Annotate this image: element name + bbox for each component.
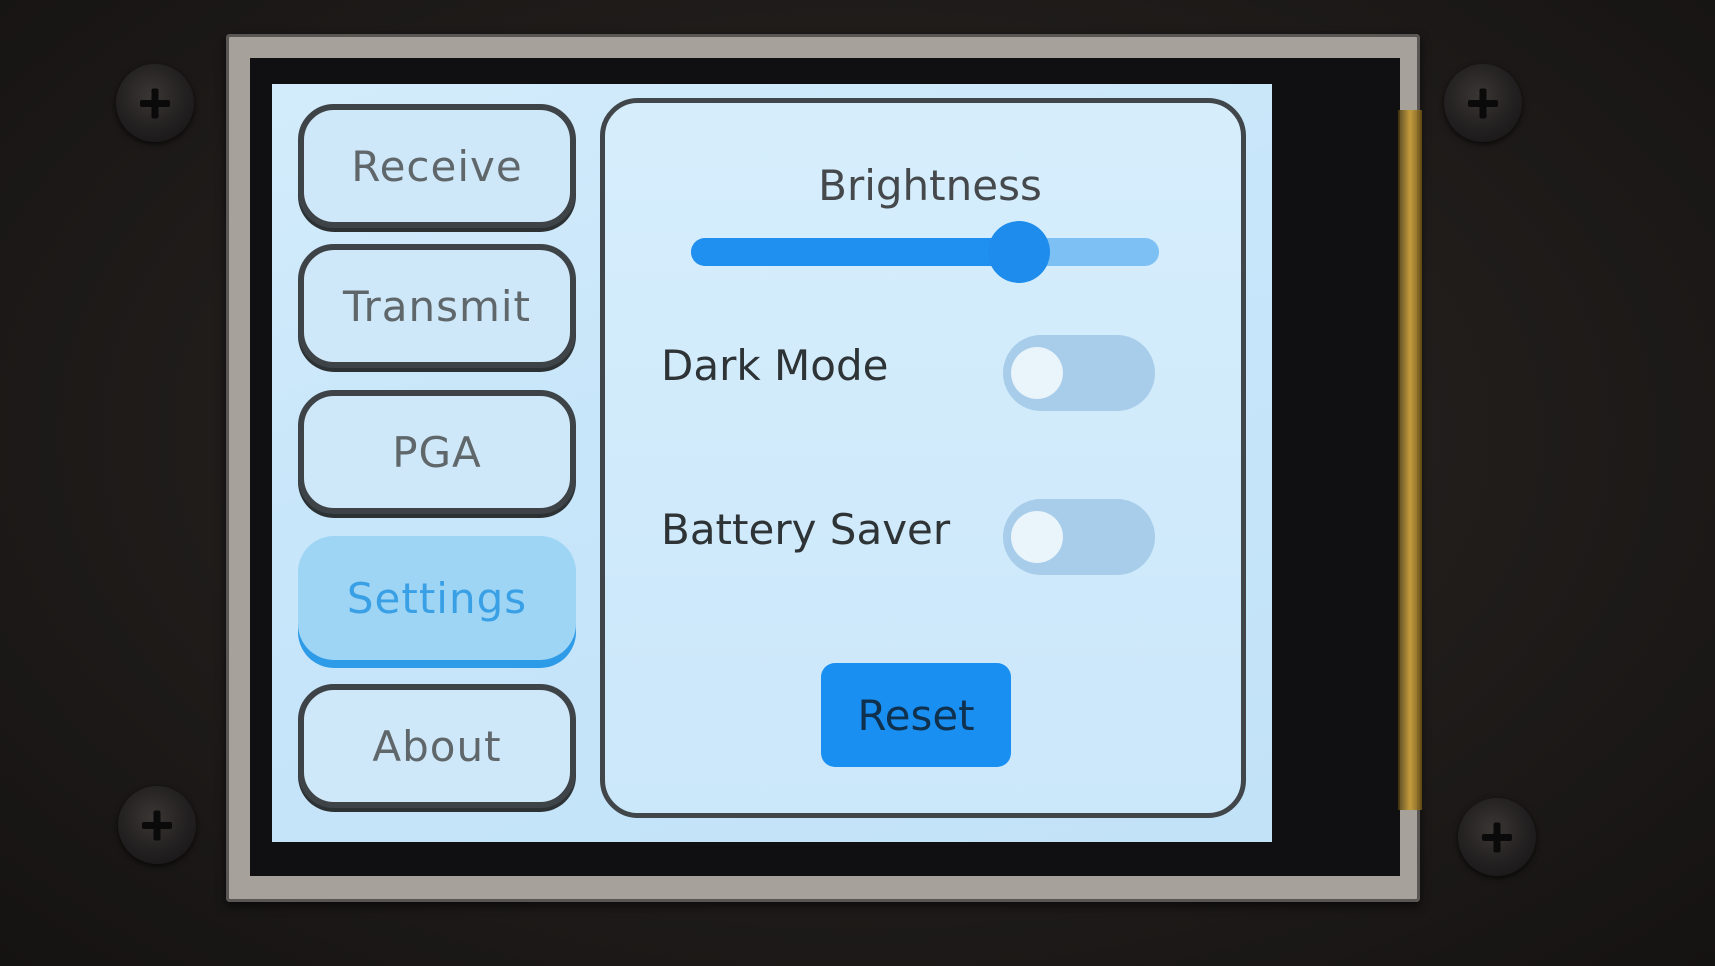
screw-top-left [116, 64, 194, 142]
screw-bottom-left [118, 786, 196, 864]
settings-panel: Brightness Dark Mode Battery Saver Reset [600, 98, 1246, 818]
nav-button-pga[interactable]: PGA [298, 390, 576, 514]
screw-top-right [1444, 64, 1522, 142]
touch-screen: Receive Transmit PGA Settings About Brig… [272, 84, 1272, 842]
brightness-label: Brightness [818, 161, 1042, 210]
brightness-slider-fill [691, 238, 1019, 266]
brightness-slider[interactable] [691, 221, 1159, 283]
reset-button[interactable]: Reset [821, 663, 1011, 767]
brightness-slider-knob[interactable] [987, 221, 1050, 283]
battery-saver-toggle-knob [1011, 511, 1063, 563]
dark-mode-label: Dark Mode [661, 341, 889, 390]
battery-saver-toggle[interactable] [1003, 499, 1155, 575]
nav-button-settings[interactable]: Settings [298, 536, 576, 660]
nav-button-receive[interactable]: Receive [298, 104, 576, 228]
dark-mode-toggle[interactable] [1003, 335, 1155, 411]
nav-button-about[interactable]: About [298, 684, 576, 808]
battery-saver-label: Battery Saver [661, 505, 951, 554]
dark-mode-toggle-knob [1011, 347, 1063, 399]
display-flex-cable [1398, 110, 1422, 810]
device-housing: Receive Transmit PGA Settings About Brig… [0, 0, 1715, 966]
nav-button-transmit[interactable]: Transmit [298, 244, 576, 368]
screw-bottom-right [1458, 798, 1536, 876]
